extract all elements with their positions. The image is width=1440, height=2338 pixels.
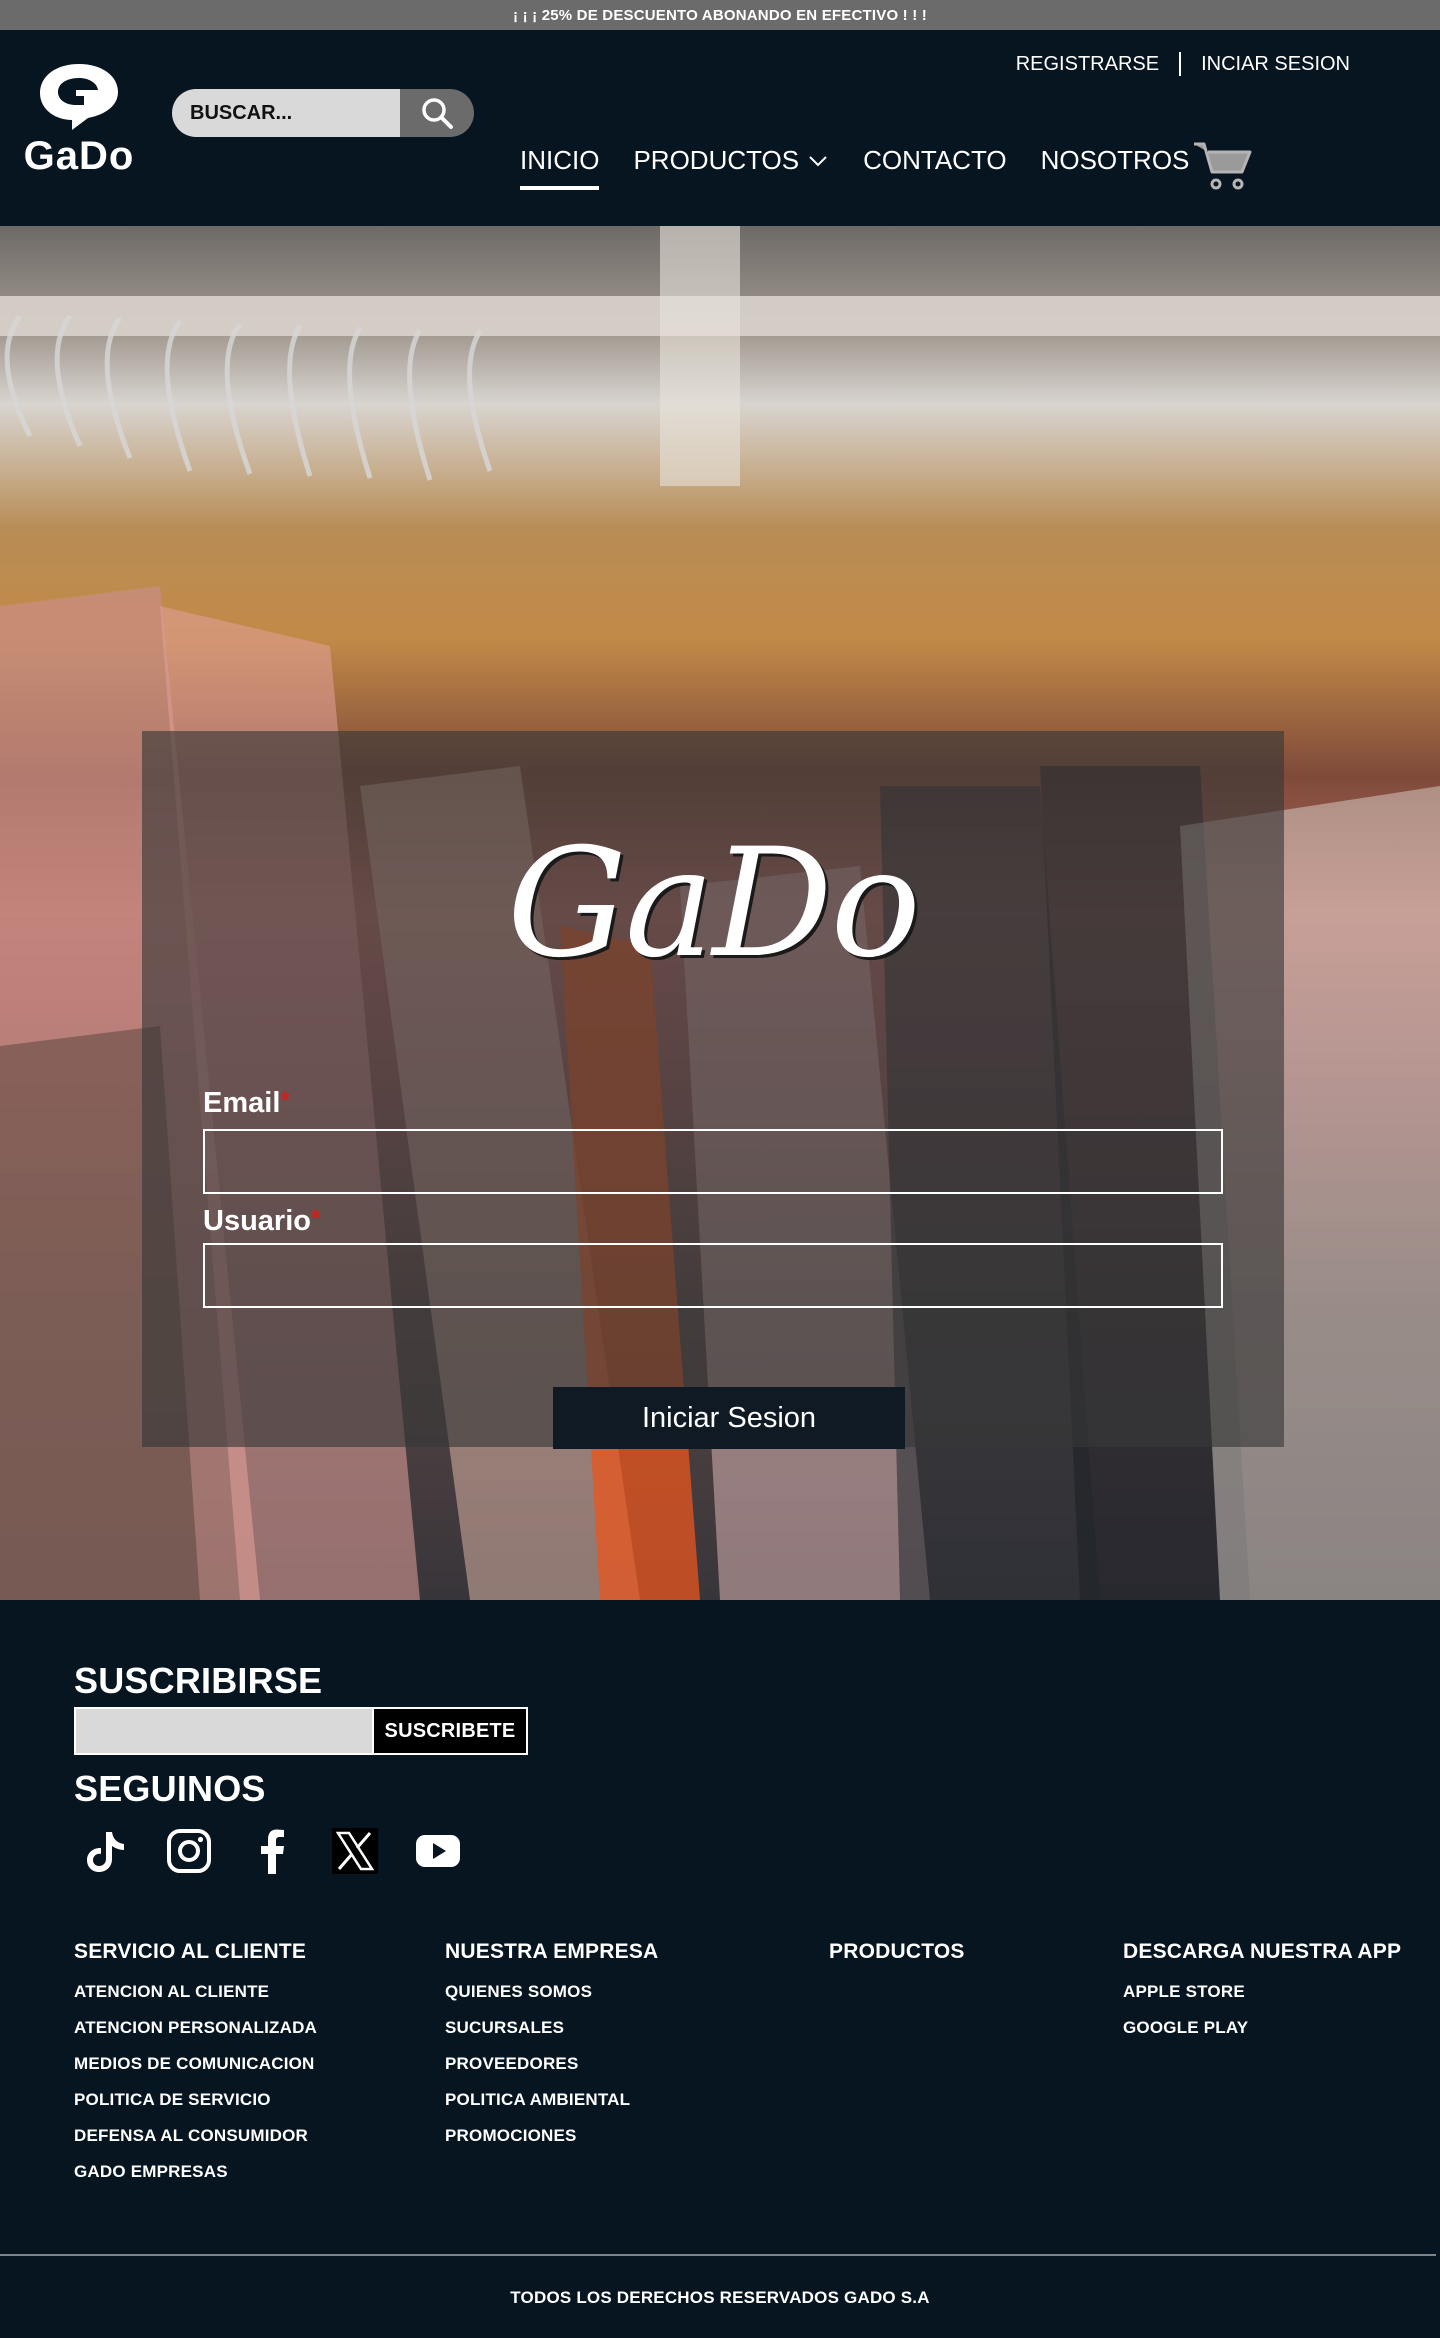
footer-link[interactable]: POLITICA AMBIENTAL <box>445 2090 658 2112</box>
email-label-text: Email <box>203 1087 281 1119</box>
required-mark: * <box>280 1087 290 1114</box>
subscribe-form: SUSCRIBETE <box>74 1707 528 1755</box>
instagram-icon <box>167 1829 211 1873</box>
login-button[interactable]: Iniciar Sesion <box>553 1387 905 1449</box>
hero-section: GaDo Email* Usuario* Iniciar Sesion <box>0 226 1440 1600</box>
apple-store-link[interactable]: APPLE STORE <box>1123 1982 1401 2004</box>
footer-col-empresa: NUESTRA EMPRESA QUIENES SOMOS SUCURSALES… <box>445 1940 658 2162</box>
login-link[interactable]: INCIAR SESION <box>1201 53 1350 76</box>
account-links: REGISTRARSE INCIAR SESION <box>1016 52 1350 76</box>
site-header: GaDo REGISTRARSE INCIAR SESION INICIO PR… <box>0 30 1440 226</box>
nav-nosotros[interactable]: NOSOTROS <box>1041 145 1190 190</box>
footer-link[interactable]: ATENCION PERSONALIZADA <box>74 2018 317 2040</box>
footer-col-title: NUESTRA EMPRESA <box>445 1940 659 1963</box>
social-links <box>74 1824 489 1878</box>
email-field[interactable] <box>203 1129 1223 1194</box>
required-mark: * <box>310 1205 321 1232</box>
nav-contacto[interactable]: CONTACTO <box>863 145 1006 190</box>
footer-link[interactable]: PROMOCIONES <box>445 2126 658 2148</box>
subscribe-title: SUSCRIBIRSE <box>74 1660 323 1701</box>
search-input[interactable] <box>172 89 400 137</box>
search-button[interactable] <box>400 89 474 137</box>
tiktok-link[interactable] <box>74 1824 138 1878</box>
copyright: TODOS LOS DERECHOS RESERVADOS GADO S.A <box>510 2288 930 2307</box>
chevron-down-icon <box>809 155 827 166</box>
cart-icon[interactable] <box>1192 140 1254 192</box>
promo-banner: ¡ ¡ ¡ 25% DE DESCUENTO ABONANDO EN EFECT… <box>0 0 1440 30</box>
footer-link[interactable]: POLITICA DE SERVICIO <box>74 2090 317 2112</box>
site-logo[interactable]: GaDo <box>18 60 138 180</box>
subscribe-button[interactable]: SUSCRIBETE <box>374 1707 528 1755</box>
footer-link[interactable]: SUCURSALES <box>445 2018 658 2040</box>
logo-text: GaDo <box>23 134 135 178</box>
footer-link[interactable]: MEDIOS DE COMUNICACION <box>74 2054 317 2076</box>
logo-mark-icon <box>40 64 118 130</box>
footer-link[interactable]: ATENCION AL CLIENTE <box>74 1982 317 2004</box>
footer-link[interactable]: GADO EMPRESAS <box>74 2162 317 2184</box>
instagram-link[interactable] <box>157 1824 221 1878</box>
email-label: Email* <box>203 1087 290 1120</box>
account-divider <box>1179 52 1182 76</box>
usuario-field[interactable] <box>203 1243 1223 1308</box>
nav-productos-label: PRODUCTOS <box>633 145 800 175</box>
x-icon <box>332 1828 378 1874</box>
tiktok-icon <box>87 1832 124 1872</box>
nav-inicio[interactable]: INICIO <box>520 145 600 190</box>
footer-col-app: DESCARGA NUESTRA APP APPLE STORE GOOGLE … <box>1123 1940 1401 2054</box>
google-play-link[interactable]: GOOGLE PLAY <box>1123 2018 1401 2040</box>
login-panel: GaDo Email* Usuario* Iniciar Sesion <box>142 731 1284 1449</box>
footer-link[interactable]: PROVEEDORES <box>445 2054 658 2076</box>
usuario-label-text: Usuario <box>203 1205 311 1237</box>
youtube-link[interactable] <box>406 1824 470 1878</box>
footer-col-productos: PRODUCTOS <box>829 1940 965 1982</box>
facebook-icon <box>261 1829 284 1874</box>
follow-title: SEGUINOS <box>74 1768 266 1809</box>
footer-divider <box>0 2254 1436 2256</box>
login-brand: GaDo <box>507 817 921 991</box>
main-nav: INICIO PRODUCTOS CONTACTO NOSOTROS <box>520 145 1223 190</box>
subscribe-email-input[interactable] <box>74 1707 374 1755</box>
x-link[interactable] <box>323 1824 387 1878</box>
search-bar <box>172 89 474 137</box>
footer-col-servicio: SERVICIO AL CLIENTE ATENCION AL CLIENTE … <box>74 1940 317 2198</box>
site-footer: SUSCRIBIRSE SUSCRIBETE SEGUINOS SERVICIO… <box>0 1600 1440 2338</box>
footer-col-title: SERVICIO AL CLIENTE <box>74 1940 307 1963</box>
footer-col-title[interactable]: PRODUCTOS <box>829 1940 965 1964</box>
usuario-label: Usuario* <box>203 1205 320 1238</box>
youtube-icon <box>416 1835 460 1867</box>
footer-link[interactable]: DEFENSA AL CONSUMIDOR <box>74 2126 317 2148</box>
facebook-link[interactable] <box>240 1824 304 1878</box>
nav-productos[interactable]: PRODUCTOS <box>633 145 829 190</box>
footer-col-title: DESCARGA NUESTRA APP <box>1123 1940 1402 1963</box>
register-link[interactable]: REGISTRARSE <box>1016 53 1159 76</box>
footer-link[interactable]: QUIENES SOMOS <box>445 1982 658 2004</box>
search-icon <box>422 98 453 129</box>
